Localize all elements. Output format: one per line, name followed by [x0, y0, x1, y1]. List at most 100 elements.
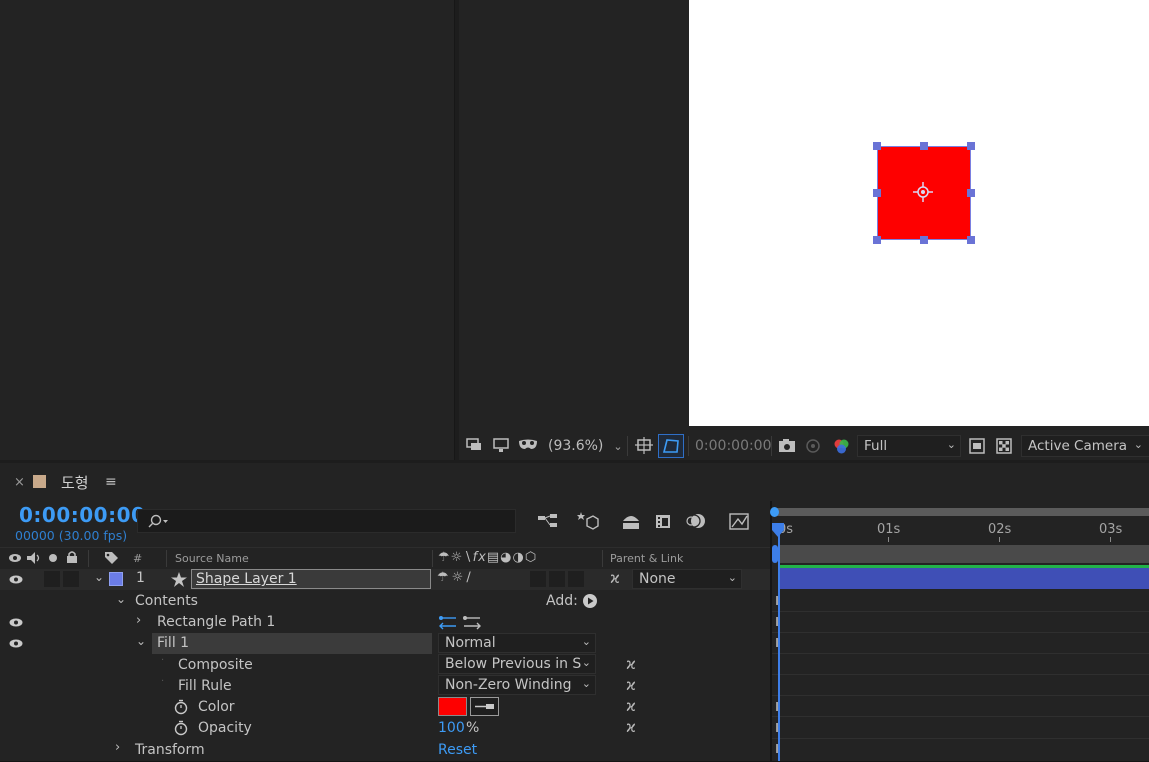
- composition-tab-title[interactable]: 도형: [61, 472, 89, 493]
- pick-whip-icon[interactable]: ϰ: [610, 569, 620, 587]
- draft-3d-icon[interactable]: [576, 510, 600, 532]
- blend-mode-dropdown[interactable]: Normal ⌄: [438, 633, 596, 653]
- color-row[interactable]: Color ϰ: [0, 696, 770, 717]
- composite-dropdown[interactable]: Below Previous in Sa ⌄: [438, 654, 596, 674]
- collapse-switch-icon[interactable]: ☼: [451, 550, 464, 565]
- monitor-icon[interactable]: [492, 436, 510, 454]
- layer-number-column[interactable]: #: [133, 552, 142, 565]
- pick-whip-icon[interactable]: ϰ: [626, 697, 636, 715]
- anchor-point-icon[interactable]: [912, 181, 934, 203]
- composition-mini-flowchart-icon[interactable]: [537, 512, 559, 530]
- source-name-column[interactable]: Source Name: [175, 552, 249, 565]
- label-tag-icon[interactable]: [103, 550, 119, 566]
- shy-switch-icon[interactable]: ☂: [437, 570, 449, 585]
- toggle-mask-path-visibility-button[interactable]: [658, 434, 684, 458]
- adjustment-layer-switch-icon[interactable]: ◑: [513, 550, 525, 565]
- transform-handle[interactable]: [967, 236, 975, 244]
- transform-handle[interactable]: [873, 142, 881, 150]
- current-time-display[interactable]: 0:00:00:00: [695, 432, 772, 460]
- rectangle-path-row[interactable]: › Rectangle Path 1: [0, 612, 770, 633]
- stopwatch-icon[interactable]: [174, 699, 188, 715]
- stopwatch-icon[interactable]: [174, 720, 188, 736]
- fill-rule-dropdown[interactable]: Non-Zero Winding ⌄: [438, 675, 596, 695]
- time-navigator-bar[interactable]: [775, 508, 1149, 516]
- color-swatch[interactable]: [438, 697, 467, 716]
- add-menu-label[interactable]: Add:: [546, 593, 578, 609]
- audio-switch[interactable]: [44, 571, 60, 587]
- contents-row[interactable]: ⌄ Contents Add:: [0, 591, 770, 612]
- transparency-grid-icon[interactable]: [995, 437, 1013, 455]
- layer-duration-bar[interactable]: [778, 568, 1149, 589]
- effect-switch-icon[interactable]: fx: [473, 550, 487, 565]
- snapshot-camera-icon[interactable]: [777, 437, 797, 455]
- shy-layers-icon[interactable]: [620, 511, 642, 531]
- transform-handle[interactable]: [967, 142, 975, 150]
- chevron-down-icon[interactable]: ⌄: [116, 592, 126, 606]
- motion-blur-switch[interactable]: [530, 571, 546, 587]
- composite-row[interactable]: · Composite Below Previous in Sa ⌄ ϰ: [0, 654, 770, 675]
- parent-link-column[interactable]: Parent & Link: [610, 552, 683, 565]
- time-ruler[interactable]: 0s 01s 02s 03s: [772, 518, 1149, 542]
- video-visibility-icon[interactable]: [8, 553, 22, 563]
- eye-icon[interactable]: [9, 618, 23, 627]
- frame-blend-switch-icon[interactable]: ▤: [487, 550, 500, 565]
- playhead-icon[interactable]: [771, 523, 785, 537]
- layer-name-field[interactable]: Shape Layer 1: [191, 569, 431, 589]
- layer-row[interactable]: ⌄ 1 Shape Layer 1 ☂ ☼ ∕ ϰ None ⌄: [0, 569, 770, 590]
- eyedropper-button[interactable]: [470, 697, 499, 716]
- pick-whip-icon[interactable]: ϰ: [626, 655, 636, 673]
- opacity-row[interactable]: Opacity 100 % ϰ: [0, 717, 770, 738]
- shy-switch-icon[interactable]: ☂: [438, 550, 451, 565]
- current-time-timecode[interactable]: 0:00:00:00: [19, 503, 145, 527]
- grid-guides-icon[interactable]: [634, 436, 654, 456]
- region-of-interest-icon[interactable]: [968, 437, 986, 455]
- close-tab-icon[interactable]: ×: [14, 475, 25, 490]
- always-preview-icon[interactable]: [465, 436, 483, 454]
- camera-view-dropdown[interactable]: Active Camera ⌄: [1021, 435, 1149, 457]
- opacity-value[interactable]: 100: [438, 720, 465, 736]
- work-area-bar[interactable]: [778, 545, 1149, 563]
- solo-icon[interactable]: [48, 553, 58, 563]
- collapse-switch-icon[interactable]: ☼: [452, 570, 464, 585]
- transform-handle[interactable]: [873, 236, 881, 244]
- chevron-down-icon[interactable]: ⌄: [94, 570, 104, 584]
- transform-row[interactable]: › Transform Reset: [0, 739, 770, 760]
- quality-switch-icon[interactable]: ∖: [463, 550, 472, 565]
- time-navigator-start-handle[interactable]: [770, 507, 779, 517]
- timeline-search-input[interactable]: [137, 509, 516, 533]
- magnification-dropdown[interactable]: (93.6%) ⌄: [548, 432, 623, 460]
- solo-switch[interactable]: [63, 571, 79, 587]
- 3d-switch[interactable]: [568, 571, 584, 587]
- add-play-icon[interactable]: [582, 593, 598, 609]
- panel-menu-icon[interactable]: ≡: [105, 474, 117, 490]
- quality-switch-icon[interactable]: ∕: [466, 570, 470, 585]
- transform-handle[interactable]: [873, 189, 881, 197]
- chevron-right-icon[interactable]: ›: [115, 740, 120, 755]
- parent-dropdown[interactable]: None ⌄: [632, 569, 742, 589]
- transform-handle[interactable]: [920, 142, 928, 150]
- playhead-line[interactable]: [778, 530, 780, 762]
- layer-label-color[interactable]: [109, 572, 123, 586]
- path-direction-icons[interactable]: [438, 614, 482, 630]
- 3d-layer-switch-icon[interactable]: ⬡: [525, 550, 537, 565]
- motion-blur-icon[interactable]: [686, 511, 708, 531]
- transform-reset-link[interactable]: Reset: [438, 742, 477, 758]
- chevron-right-icon[interactable]: ›: [136, 613, 141, 628]
- mask-visibility-icon[interactable]: [517, 436, 539, 454]
- eye-icon[interactable]: [9, 639, 23, 648]
- fill-rule-row[interactable]: · Fill Rule Non-Zero Winding ⌄ ϰ: [0, 675, 770, 696]
- pick-whip-icon[interactable]: ϰ: [626, 718, 636, 736]
- pick-whip-icon[interactable]: ϰ: [626, 676, 636, 694]
- transform-handle[interactable]: [920, 236, 928, 244]
- chevron-down-icon[interactable]: ⌄: [136, 634, 146, 648]
- lock-icon[interactable]: [65, 550, 79, 564]
- graph-editor-icon[interactable]: [728, 511, 750, 531]
- channel-rgb-icon[interactable]: [831, 436, 851, 456]
- motion-blur-switch-icon[interactable]: ◕: [500, 550, 512, 565]
- frame-blending-icon[interactable]: [653, 511, 673, 531]
- show-snapshot-icon[interactable]: [803, 437, 823, 455]
- adjustment-switch[interactable]: [549, 571, 565, 587]
- layer-switches[interactable]: ☂ ☼ ∕: [437, 570, 471, 585]
- fill-row[interactable]: ⌄ Fill 1 Normal ⌄: [0, 633, 770, 654]
- resolution-dropdown[interactable]: Full ⌄: [857, 435, 961, 457]
